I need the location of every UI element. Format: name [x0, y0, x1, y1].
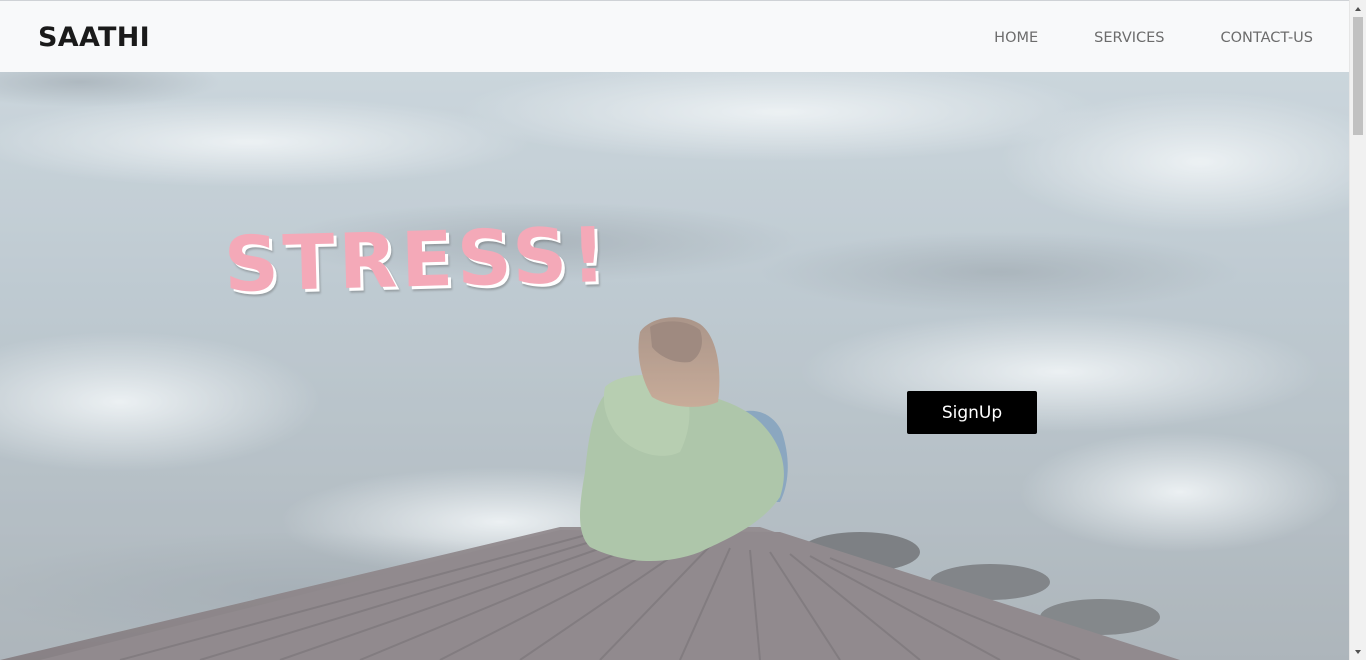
hero-overlay — [0, 72, 1349, 660]
nav-links: HOME SERVICES CONTACT-US — [938, 28, 1313, 48]
nav-link-services[interactable]: SERVICES — [1094, 28, 1164, 48]
brand-logo[interactable]: SAATHI — [38, 21, 150, 55]
vertical-scrollbar[interactable] — [1349, 0, 1366, 660]
nav-link-home[interactable]: HOME — [994, 28, 1038, 48]
viewport: SAATHI HOME SERVICES CONTACT-US STRESS! … — [0, 0, 1349, 660]
page: SAATHI HOME SERVICES CONTACT-US STRESS! … — [0, 0, 1366, 660]
navbar: SAATHI HOME SERVICES CONTACT-US — [0, 0, 1349, 72]
signup-button[interactable]: SignUp — [907, 391, 1037, 434]
scrollbar-thumb[interactable] — [1353, 17, 1363, 135]
scroll-up-arrow-icon[interactable] — [1350, 0, 1366, 17]
hero-headline: STRESS! — [222, 209, 611, 310]
nav-link-contact-us[interactable]: CONTACT-US — [1221, 28, 1313, 48]
scroll-down-arrow-icon[interactable] — [1350, 643, 1366, 660]
hero-section: STRESS! SignUp — [0, 72, 1349, 660]
